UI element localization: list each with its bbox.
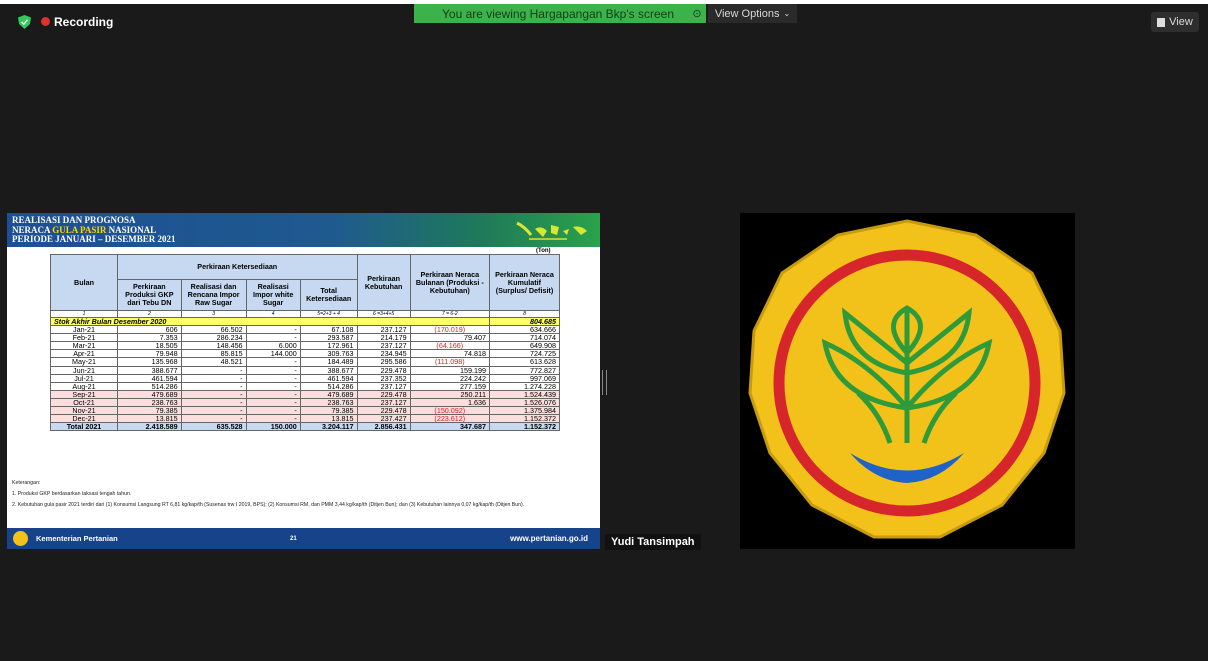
slide-title: REALISASI DAN PROGNOSA NERACA GULA PASIR… [12, 215, 176, 245]
value-cell: - [245, 389, 301, 399]
header-neraca-bulanan: Perkiraan Neraca Bulanan (Produksi - Keb… [409, 254, 490, 311]
stok-row: Stok Akhir Bulan Desember 2020 804.685 [50, 316, 561, 327]
shared-slide: REALISASI DAN PROGNOSA NERACA GULA PASIR… [7, 213, 600, 549]
slide-header: REALISASI DAN PROGNOSA NERACA GULA PASIR… [7, 213, 600, 247]
total-cell: 347.687 [409, 422, 490, 432]
table-row: Jun-21 388.677- -388.677 229.478 159.199 772.… [50, 365, 561, 375]
value-cell: 48.521 [180, 357, 247, 367]
header-total: Total Ketersediaan [299, 279, 358, 311]
shield-icon [18, 15, 31, 29]
view-layout-icon [1157, 17, 1166, 27]
value-cell: - [245, 365, 301, 375]
table-row: Apr-21 79.948 85.815 144.000 309.763 234.945 7… [50, 349, 561, 359]
header-impor-raw: Realisasi dan Rencana Impor Raw Sugar [180, 279, 247, 311]
header-produksi: Perkiraan Produksi GKP dari Tebu DN [117, 279, 182, 311]
value-cell: (111.098) [409, 357, 490, 367]
month-cell: May-21 [50, 357, 118, 367]
share-banner-text: You are viewing Hargapangan Bkp's screen [442, 6, 674, 21]
value-cell: 772.827 [488, 365, 561, 375]
value-cell: 613.628 [488, 357, 561, 367]
footer-page-number: 21 [290, 535, 297, 542]
value-cell: - [180, 406, 247, 416]
header-bulan: Bulan [50, 254, 118, 311]
total-row: Total 2021 2.418.589 635.528 150.000 3.204.1… [50, 422, 561, 432]
total-cell: 635.528 [180, 422, 247, 432]
share-status-icon[interactable]: ⊙ [688, 7, 706, 20]
value-cell: 229.478 [356, 365, 411, 375]
value-cell: - [245, 325, 301, 335]
total-cell: 150.000 [245, 422, 301, 432]
slide-notes: Keterangan: 1. Produksi GKP berdasarkan … [12, 480, 597, 513]
value-cell: - [180, 381, 247, 391]
table-row: May-21 135.968 48.521-184.489 295.586 (111.0… [50, 357, 561, 367]
value-cell: 144.000 [245, 349, 301, 359]
value-cell: - [245, 406, 301, 416]
month-cell: Jun-21 [50, 365, 118, 375]
value-cell: 388.677 [117, 365, 182, 375]
recording-label: Recording [54, 15, 114, 29]
header-ketersediaan: Perkiraan Ketersediaan [117, 254, 358, 280]
header-neraca-kumulatif: Perkiraan Neraca Kumulatif (Surplus/ Def… [488, 254, 561, 311]
footer-url: www.pertanian.go.id [510, 534, 588, 543]
slide-footer: Kementerian Pertanian 21 www.pertanian.g… [7, 528, 600, 549]
value-cell: - [245, 357, 301, 367]
value-cell: 159.199 [409, 365, 490, 375]
notes-title: Keterangan: [12, 480, 41, 486]
kementan-logo-icon [748, 219, 1066, 539]
indonesia-map-icon [516, 221, 587, 240]
footer-org: Kementerian Pertanian [36, 534, 118, 543]
value-cell: 184.489 [299, 357, 358, 367]
header-kebutuhan: Perkiraan Kebutuhan [356, 254, 411, 311]
slide-title-line3: PERIODE JANUARI – DESEMBER 2021 [12, 234, 176, 244]
total-cell: 3.204.117 [299, 422, 358, 432]
recording-indicator: Recording [18, 12, 113, 32]
value-cell: - [245, 373, 301, 383]
total-cell: 2.418.589 [117, 422, 182, 432]
total-label: Total 2021 [50, 422, 118, 432]
participant-name-tag: Yudi Tansimpah [605, 534, 701, 550]
kementan-logo-icon [13, 531, 28, 546]
value-cell: - [180, 397, 247, 408]
note-2: 2. Kebutuhan gula pasir 2021 terdiri dar… [12, 502, 525, 508]
view-options-button[interactable]: View Options ⌄ [708, 4, 797, 23]
participant-video [740, 213, 1075, 549]
chevron-down-icon: ⌄ [783, 9, 791, 18]
view-options-label: View Options [714, 7, 780, 20]
note-1: 1. Produksi GKP berdasarkan taksasi teng… [12, 491, 132, 497]
value-cell: - [245, 397, 301, 408]
header-impor-white: Realisasi Impor white Sugar [245, 279, 301, 311]
table-row: Nov-21 79.385- -79.385 229.478 (150.092) 1.37… [50, 406, 561, 416]
table-row: Oct-21 238.763- -238.763 237.127 1.636 1.526.… [50, 397, 561, 408]
total-cell: 2.856.431 [356, 422, 411, 432]
value-cell: 295.586 [356, 357, 411, 367]
value-cell: - [180, 389, 247, 399]
table-row: Feb-21 7.353 286.234-293.587 214.179 79.407 7… [50, 333, 561, 343]
value-cell: - [245, 381, 301, 391]
view-button-label: View [1169, 16, 1193, 28]
neraca-table: Bulan Perkiraan Ketersediaan Perkiraan K… [50, 254, 561, 432]
value-cell: - [180, 365, 247, 375]
value-cell: - [180, 373, 247, 383]
value-cell: 388.677 [299, 365, 358, 375]
value-cell: 135.968 [117, 357, 182, 367]
total-cell: 1.152.372 [488, 422, 561, 432]
screen-share-banner: You are viewing Hargapangan Bkp's screen… [414, 4, 706, 23]
view-button[interactable]: View [1151, 12, 1199, 32]
recording-dot-icon [41, 17, 50, 26]
